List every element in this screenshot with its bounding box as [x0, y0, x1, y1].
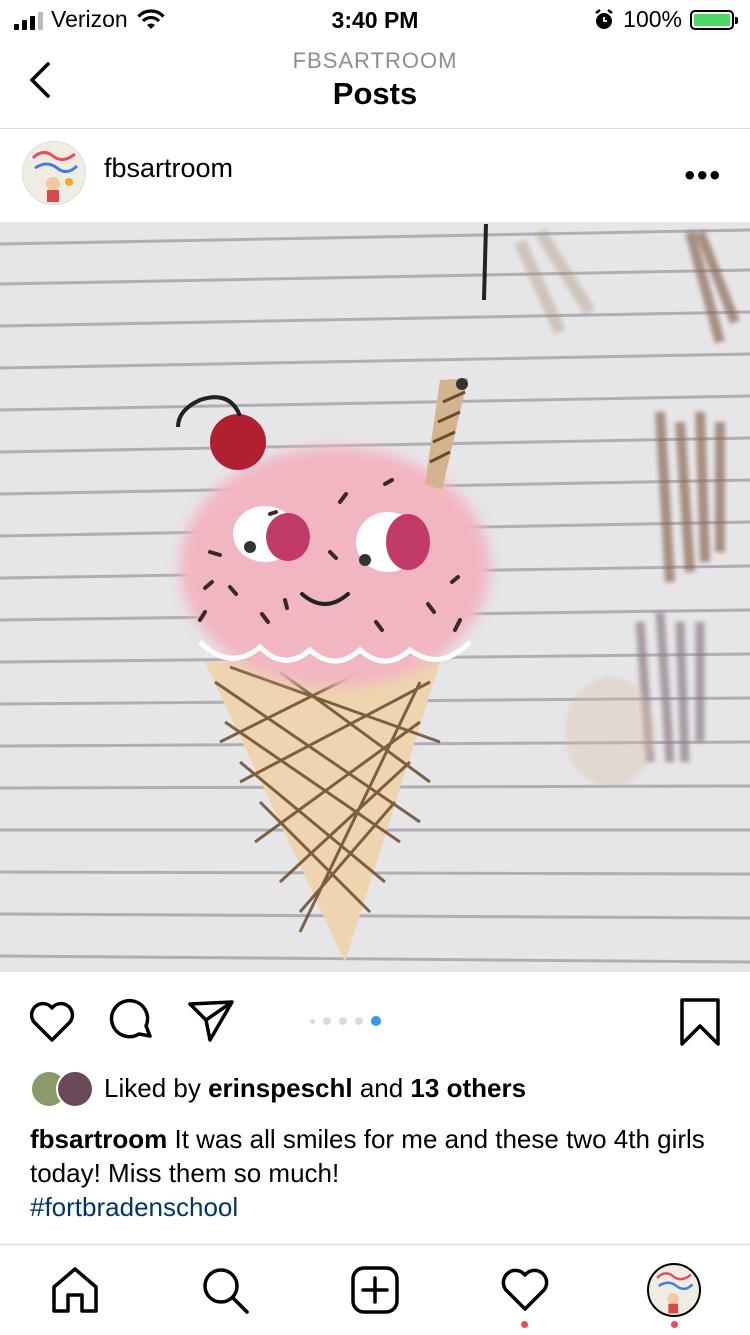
post-username[interactable]: fbsartroom — [104, 153, 233, 184]
avatar-art-icon — [23, 142, 85, 204]
carousel-dot — [339, 1017, 347, 1025]
liker-avatars — [30, 1070, 94, 1108]
add-icon[interactable] — [348, 1263, 402, 1317]
comment-icon[interactable] — [106, 996, 158, 1048]
status-bar: Verizon 3:40 PM 100% — [0, 0, 750, 40]
alarm-icon — [595, 8, 613, 29]
ice-cream-drawing — [0, 222, 750, 972]
heart-icon[interactable] — [26, 996, 78, 1048]
share-icon[interactable] — [186, 996, 238, 1048]
carousel-dot — [355, 1017, 363, 1025]
likes-prefix: Liked by — [104, 1072, 209, 1103]
avatar[interactable] — [22, 141, 86, 205]
post-actions — [0, 972, 750, 1067]
activity-heart-icon[interactable] — [498, 1263, 552, 1317]
battery-percent: 100% — [623, 6, 682, 32]
bookmark-icon[interactable] — [674, 996, 726, 1048]
activity-notification-dot — [521, 1321, 528, 1328]
status-right: 100% — [593, 6, 738, 33]
carousel-dot — [323, 1017, 331, 1025]
page-title: Posts — [332, 76, 418, 111]
battery-icon — [690, 9, 738, 30]
profile-avatar-icon[interactable] — [647, 1263, 701, 1317]
more-options-icon[interactable]: ••• — [684, 159, 722, 193]
home-icon[interactable] — [48, 1263, 102, 1317]
post-image[interactable] — [0, 222, 750, 972]
profile-avatar-art — [656, 1272, 694, 1314]
carousel-dot — [310, 1018, 315, 1024]
caption-author[interactable]: fbsartroom — [30, 1124, 167, 1154]
carousel-dot-active — [371, 1016, 381, 1026]
header-subtitle: FBSARTROOM — [292, 48, 458, 73]
liker-avatar — [56, 1070, 94, 1108]
likes-others[interactable]: 13 others — [410, 1073, 526, 1104]
liker-username[interactable]: erinspeschl — [208, 1073, 353, 1104]
post-caption: fbsartroom It was all smiles for me and … — [30, 1122, 720, 1224]
likes-middle: and — [352, 1072, 411, 1103]
post-header: fbsartroom ••• — [0, 129, 750, 222]
carousel-indicator — [310, 1016, 381, 1026]
profile-notification-dot — [671, 1321, 678, 1328]
nav-header: FBSARTROOM Posts — [0, 40, 750, 129]
caption-hashtag[interactable]: #fortbradenschool — [30, 1190, 720, 1224]
likes-row[interactable]: Liked by erinspeschl and 13 others — [30, 1070, 526, 1108]
bottom-tab-bar — [0, 1244, 750, 1335]
search-icon[interactable] — [198, 1263, 252, 1317]
